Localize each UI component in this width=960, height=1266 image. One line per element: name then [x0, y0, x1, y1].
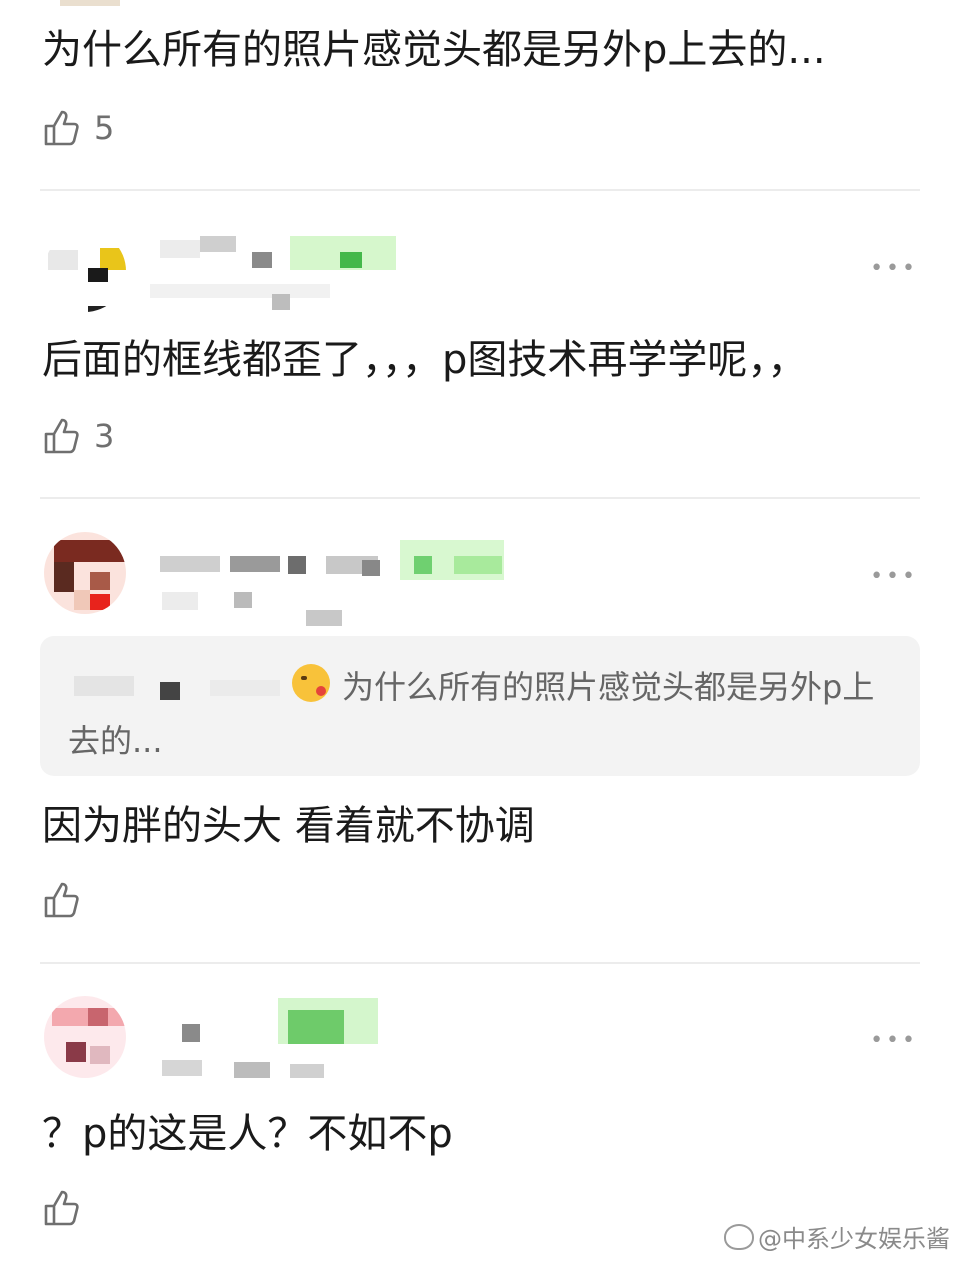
like-count: 3 [94, 417, 115, 455]
thumbs-up-icon [44, 1190, 79, 1226]
comment-text: ？p的这是人？不如不p [42, 1111, 453, 1157]
comment-text: 因为胖的头大 看着就不协调 [42, 803, 535, 849]
like-button[interactable]: 3 [42, 416, 114, 456]
quoted-text: 为什么所有的照片感觉头都是另外p上 去的... [68, 660, 902, 760]
like-button[interactable] [42, 1188, 94, 1228]
watermark: @中系少女娱乐酱 [724, 1219, 950, 1254]
avatar[interactable] [44, 996, 126, 1078]
more-dots-icon[interactable]: ••• [870, 1030, 918, 1052]
thumbs-up-icon [44, 418, 79, 454]
quoted-comment[interactable]: 为什么所有的照片感觉头都是另外p上 去的... [40, 636, 920, 776]
more-dots-icon[interactable]: ••• [870, 566, 918, 588]
like-button[interactable]: 5 [42, 108, 114, 148]
like-button[interactable] [42, 880, 94, 920]
comment-text: 为什么所有的照片感觉头都是另外p上去的... [42, 27, 826, 73]
divider [40, 497, 920, 499]
watermark-text: @中系少女娱乐酱 [758, 1225, 950, 1253]
kiss-emoji-icon [292, 664, 330, 702]
divider [40, 189, 920, 191]
thumbs-up-icon [44, 882, 79, 918]
avatar-fragment [60, 0, 120, 6]
like-count: 5 [94, 109, 115, 147]
thumbs-up-icon [44, 110, 79, 146]
divider [40, 962, 920, 964]
quoted-text-line2: 去的... [68, 722, 163, 760]
avatar[interactable] [44, 230, 126, 312]
quoted-text-line1: 为什么所有的照片感觉头都是另外p上 [342, 668, 875, 706]
weibo-logo-icon [724, 1223, 754, 1250]
more-dots-icon[interactable]: ••• [870, 258, 918, 280]
comment-text: 后面的框线都歪了，，，p图技术再学学呢，， [42, 337, 808, 383]
avatar[interactable] [44, 532, 126, 614]
